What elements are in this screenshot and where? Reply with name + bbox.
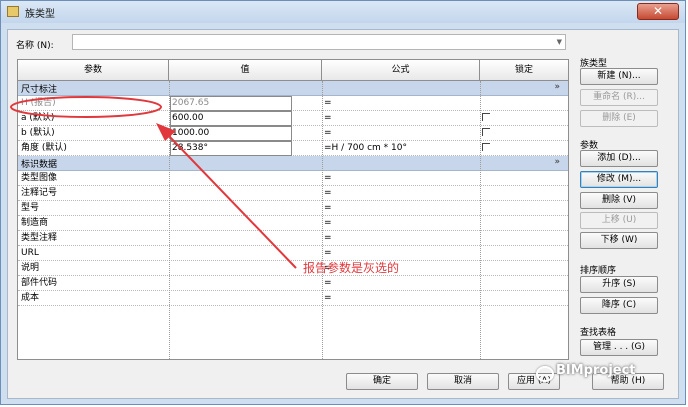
close-button[interactable]: ✕	[637, 3, 679, 20]
new-type-button[interactable]: 新建 (N)...	[580, 68, 658, 85]
table-row[interactable]: 类型图像 =	[18, 171, 568, 186]
formula-field[interactable]: =	[322, 96, 479, 111]
family-icon	[7, 6, 19, 17]
parameter-cell: 成本	[21, 293, 40, 303]
formula-field[interactable]: =	[322, 231, 479, 246]
value-field[interactable]	[170, 201, 322, 216]
value-field[interactable]	[170, 291, 322, 306]
collapse-icon[interactable]: »	[554, 157, 560, 167]
parameter-cell: 型号	[21, 203, 40, 213]
table-row[interactable]: URL =	[18, 246, 568, 261]
value-field[interactable]	[170, 276, 322, 291]
formula-field[interactable]: =	[322, 216, 479, 231]
lock-checkbox[interactable]	[482, 143, 490, 151]
group-label: 标识数据	[21, 160, 58, 170]
column-divider	[169, 81, 170, 359]
group-label: 尺寸标注	[21, 85, 58, 95]
table-row[interactable]: 说明 =	[18, 261, 568, 276]
delete-type-button[interactable]: 删除 (E)	[580, 110, 658, 127]
parameter-cell: URL	[21, 248, 39, 258]
parameter-cell: b (默认)	[21, 128, 55, 138]
sort-descending-button[interactable]: 降序 (C)	[580, 297, 658, 314]
value-field[interactable]: 600.00	[170, 111, 322, 126]
column-divider	[322, 81, 323, 359]
dialog-title: 族类型	[25, 9, 55, 20]
title-bar[interactable]: 族类型 ✕	[1, 1, 685, 23]
table-row[interactable]: 成本 =	[18, 291, 568, 306]
table-row[interactable]: a (默认) 600.00 =	[18, 111, 568, 126]
value-field[interactable]: 1000.00	[170, 126, 322, 141]
parameter-grid: 参数 值 公式 锁定 尺寸标注 » H (报告) 2067.65 = a (默认) 600.…	[17, 59, 569, 360]
formula-field[interactable]: =	[322, 126, 479, 141]
parameter-cell: 制造商	[21, 218, 49, 228]
watermark: BIMproject	[556, 363, 636, 378]
header-formula[interactable]: 公式	[322, 60, 480, 81]
lock-checkbox[interactable]	[482, 128, 490, 136]
value-field[interactable]	[170, 231, 322, 246]
wechat-icon	[536, 366, 554, 382]
parameter-cell: 类型注释	[21, 233, 58, 243]
group-header[interactable]: 尺寸标注 »	[18, 81, 568, 96]
lock-checkbox[interactable]	[482, 113, 490, 121]
value-field[interactable]	[170, 261, 322, 276]
table-row[interactable]: 部件代码 =	[18, 276, 568, 291]
table-row[interactable]: 制造商 =	[18, 216, 568, 231]
value-field[interactable]	[170, 216, 322, 231]
parameter-cell: 部件代码	[21, 278, 58, 288]
table-row[interactable]: 型号 =	[18, 201, 568, 216]
chevron-down-icon[interactable]: ▼	[557, 38, 562, 46]
header-lock[interactable]: 锁定	[480, 60, 568, 81]
parameter-cell: H (报告)	[21, 98, 56, 108]
move-down-button[interactable]: 下移 (W)	[580, 232, 658, 249]
modify-parameter-button[interactable]: 修改 (M)...	[580, 171, 658, 188]
value-field[interactable]	[170, 246, 322, 261]
table-row[interactable]: b (默认) 1000.00 =	[18, 126, 568, 141]
header-value[interactable]: 值	[169, 60, 322, 81]
parameter-cell: 角度 (默认)	[21, 143, 67, 153]
manage-lookup-button[interactable]: 管理 . . . (G)	[580, 339, 658, 356]
parameter-cell: 类型图像	[21, 173, 58, 183]
collapse-icon[interactable]: »	[554, 82, 560, 92]
table-row[interactable]: H (报告) 2067.65 =	[18, 96, 568, 111]
formula-field[interactable]: =H / 700 cm * 10°	[322, 141, 479, 156]
column-divider	[480, 81, 481, 359]
delete-parameter-button[interactable]: 删除 (V)	[580, 192, 658, 209]
formula-field[interactable]: =	[322, 201, 479, 216]
parameter-cell: 说明	[21, 263, 40, 273]
sort-order-section-label: 排序顺序	[580, 266, 617, 276]
cancel-button[interactable]: 取消	[427, 373, 499, 390]
value-field[interactable]	[170, 171, 322, 186]
formula-field[interactable]: =	[322, 186, 479, 201]
table-row[interactable]: 注释记号 =	[18, 186, 568, 201]
rename-type-button[interactable]: 重命名 (R)...	[580, 89, 658, 106]
value-field[interactable]	[170, 186, 322, 201]
name-label: 名称 (N):	[16, 41, 54, 51]
parameter-cell: a (默认)	[21, 113, 55, 123]
ok-button[interactable]: 确定	[346, 373, 418, 390]
value-field[interactable]: 28.538°	[170, 141, 322, 156]
formula-field[interactable]: =	[322, 291, 479, 306]
parameter-cell: 注释记号	[21, 188, 58, 198]
formula-field[interactable]: =	[322, 276, 479, 291]
header-parameter[interactable]: 参数	[18, 60, 169, 81]
lookup-tables-section-label: 查找表格	[580, 328, 617, 338]
value-field: 2067.65	[172, 98, 210, 108]
annotation-text: 报告参数是灰选的	[303, 261, 400, 275]
formula-field[interactable]: =	[322, 171, 479, 186]
move-up-button[interactable]: 上移 (U)	[580, 212, 658, 229]
add-parameter-button[interactable]: 添加 (D)...	[580, 150, 658, 167]
table-row[interactable]: 角度 (默认) 28.538° =H / 700 cm * 10°	[18, 141, 568, 156]
group-header[interactable]: 标识数据 »	[18, 156, 568, 171]
name-combobox[interactable]: ▼	[72, 34, 566, 50]
table-row[interactable]: 类型注释 =	[18, 231, 568, 246]
formula-field[interactable]: =	[322, 111, 479, 126]
sort-ascending-button[interactable]: 升序 (S)	[580, 276, 658, 293]
